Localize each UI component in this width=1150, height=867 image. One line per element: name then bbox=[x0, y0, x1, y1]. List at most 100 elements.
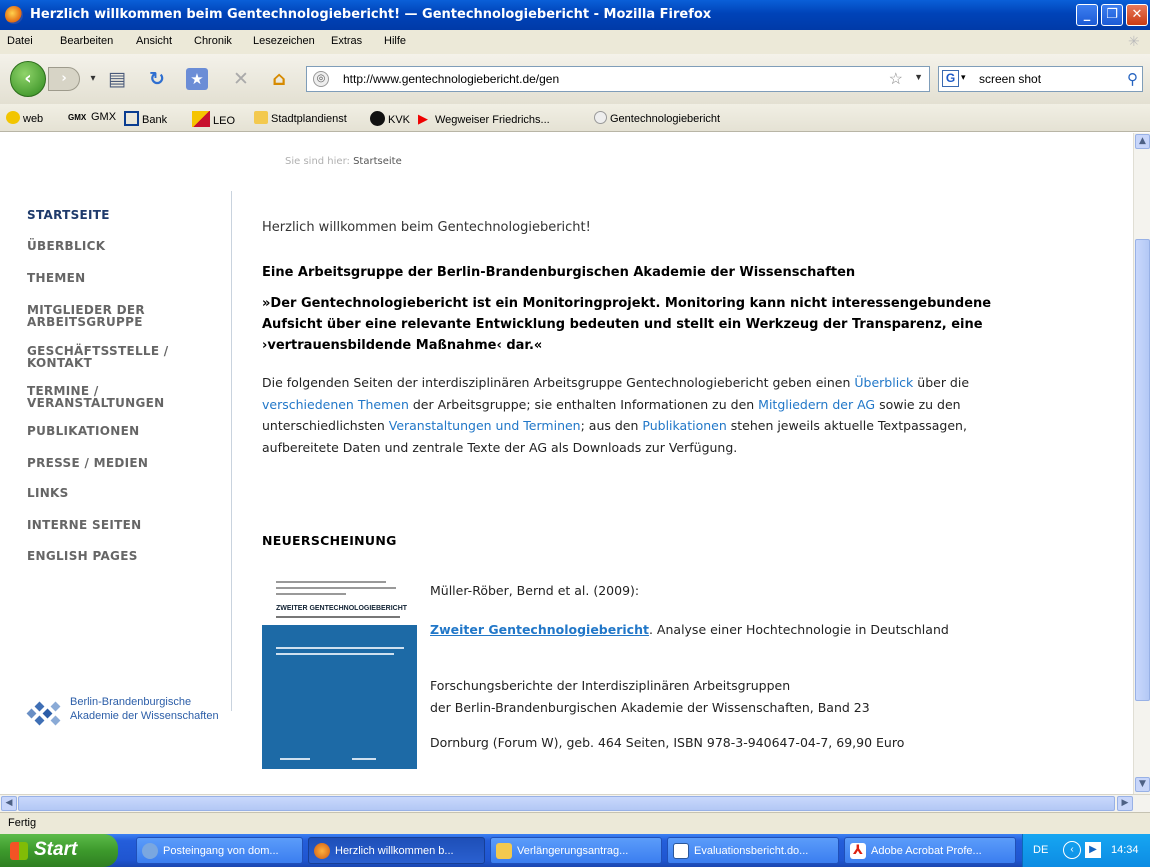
scroll-left-icon[interactable]: ◀ bbox=[1, 796, 17, 811]
history-dropdown-icon[interactable]: ▾ bbox=[82, 68, 104, 90]
task-label: Verlängerungsantrag... bbox=[517, 845, 629, 857]
nav-startseite[interactable]: STARTSEITE bbox=[27, 209, 110, 221]
search-icon[interactable]: ⚲ bbox=[1127, 70, 1138, 88]
bookmark-gmx[interactable]: GMX GMX bbox=[68, 111, 116, 126]
scroll-up-icon[interactable]: ▲ bbox=[1135, 134, 1150, 149]
cover-text-line bbox=[276, 647, 404, 649]
scroll-thumb[interactable] bbox=[1135, 239, 1150, 701]
bookmark-stadtplandienst[interactable]: Stadtplandienst bbox=[254, 111, 347, 125]
tray-expand-icon[interactable]: ‹ bbox=[1063, 841, 1081, 859]
book-cover-title: ZWEITER GENTECHNOLOGIEBERICHT bbox=[276, 605, 408, 612]
bookmark-kvk[interactable]: KVK bbox=[370, 111, 410, 126]
scroll-down-icon[interactable]: ▼ bbox=[1135, 777, 1150, 792]
menu-hilfe[interactable]: Hilfe bbox=[384, 35, 406, 47]
bbaw-logo-icon bbox=[26, 701, 61, 726]
throbber-icon: ✳ bbox=[1128, 33, 1140, 49]
book-title-link[interactable]: Zweiter Gentechnologiebericht bbox=[430, 622, 649, 637]
tray-app-icon[interactable]: ▶ bbox=[1085, 842, 1101, 858]
bookmark-wegweiser[interactable]: ▶ Wegweiser Friedrichs... bbox=[418, 111, 550, 126]
bookmark-label: KVK bbox=[388, 114, 411, 126]
home-icon[interactable]: ⌂ bbox=[268, 68, 290, 90]
horizontal-scrollbar[interactable]: ◀ ▶ bbox=[0, 794, 1150, 812]
welcome-heading: Herzlich willkommen beim Gentechnologieb… bbox=[262, 220, 591, 235]
task-acrobat[interactable]: ⅄ Adobe Acrobat Profe... bbox=[844, 837, 1016, 864]
bookmark-label: web bbox=[23, 113, 44, 125]
search-input[interactable]: screen shot bbox=[979, 72, 1041, 86]
site-identity-icon[interactable]: ◎ bbox=[313, 71, 329, 87]
start-button[interactable]: Start bbox=[0, 834, 118, 867]
task-posteingang[interactable]: Posteingang von dom... bbox=[136, 837, 303, 864]
sidebar-divider bbox=[231, 191, 232, 711]
task-label: Adobe Acrobat Profe... bbox=[871, 845, 982, 857]
url-dropdown-icon[interactable]: ▼ bbox=[914, 72, 923, 82]
menu-bearbeiten[interactable]: Bearbeiten bbox=[60, 35, 113, 47]
subheading: Eine Arbeitsgruppe der Berlin-Brandenbur… bbox=[262, 265, 856, 280]
firefox-window: Herzlich willkommen beim Gentechnologieb… bbox=[0, 0, 1150, 867]
nav-geschaeftsstelle[interactable]: GESCHÄFTSSTELLE / KONTAKT bbox=[27, 345, 169, 369]
bookmark-star-icon[interactable]: ★ bbox=[186, 68, 208, 90]
bookmark-label: GMX bbox=[91, 111, 117, 123]
scroll-right-icon[interactable]: ▶ bbox=[1117, 796, 1133, 811]
word-icon bbox=[673, 843, 689, 859]
menu-chronik[interactable]: Chronik bbox=[194, 35, 232, 47]
reload-icon[interactable]: ↻ bbox=[146, 68, 168, 90]
menu-ansicht[interactable]: Ansicht bbox=[136, 35, 172, 47]
series-line-1: Forschungsberichte der Interdisziplinäre… bbox=[430, 678, 791, 693]
nav-presse[interactable]: PRESSE / MEDIEN bbox=[27, 457, 148, 469]
link-themen[interactable]: verschiedenen Themen bbox=[262, 397, 409, 412]
close-button[interactable]: ✕ bbox=[1126, 4, 1148, 26]
link-mitglieder[interactable]: Mitgliedern der AG bbox=[758, 397, 875, 412]
url-bar[interactable]: ◎ http://www.gentechnologiebericht.de/ge… bbox=[306, 66, 930, 92]
nav-themen[interactable]: THEMEN bbox=[27, 272, 85, 284]
horizontal-scroll-thumb[interactable] bbox=[18, 796, 1115, 811]
nav-links[interactable]: LINKS bbox=[27, 487, 69, 499]
book-cover-image[interactable]: ZWEITER GENTECHNOLOGIEBERICHT bbox=[262, 571, 417, 769]
back-button[interactable]: ‹ bbox=[10, 61, 46, 97]
bbaw-logo-text: Berlin-Brandenburgische Akademie der Wiss… bbox=[70, 695, 219, 723]
link-ueberblick[interactable]: Überblick bbox=[854, 375, 913, 390]
title-bar: Herzlich willkommen beim Gentechnologieb… bbox=[0, 0, 1150, 30]
breadcrumb-current[interactable]: Startseite bbox=[353, 156, 402, 167]
cover-text-line bbox=[280, 758, 310, 760]
bookmark-gentechnologiebericht[interactable]: Gentechnologiebericht bbox=[594, 111, 720, 125]
language-indicator[interactable]: DE bbox=[1033, 844, 1048, 856]
bookmark-bank[interactable]: Bank bbox=[124, 111, 167, 126]
minimize-button[interactable]: _ bbox=[1076, 4, 1098, 26]
search-bar[interactable]: G ▾ screen shot ⚲ bbox=[938, 66, 1143, 92]
bbaw-logo[interactable]: Berlin-Brandenburgische Akademie der Wiss… bbox=[24, 693, 224, 733]
mail-icon bbox=[142, 843, 158, 859]
bookmark-page-icon[interactable]: ☆ bbox=[889, 69, 903, 89]
task-evaluationsbericht[interactable]: Evaluationsbericht.do... bbox=[667, 837, 839, 864]
stop-icon[interactable]: ✕ bbox=[230, 68, 252, 90]
google-engine-icon[interactable]: G bbox=[942, 70, 959, 87]
nav-mitglieder[interactable]: MITGLIEDER DER ARBEITSGRUPPE bbox=[27, 304, 145, 328]
nav-termine[interactable]: TERMINE / VERANSTALTUNGEN bbox=[27, 385, 164, 409]
windows-logo-icon bbox=[10, 842, 28, 860]
engine-dropdown-icon[interactable]: ▾ bbox=[961, 72, 966, 83]
print-icon[interactable]: ▤ bbox=[106, 68, 128, 90]
maximize-button[interactable]: ❐ bbox=[1101, 4, 1123, 26]
task-firefox[interactable]: Herzlich willkommen b... bbox=[308, 837, 485, 864]
nav-ueberblick[interactable]: ÜBERBLICK bbox=[27, 240, 105, 252]
bookmark-label: Stadtplandienst bbox=[271, 113, 347, 125]
bookmark-leo[interactable]: LEO bbox=[192, 111, 235, 127]
link-veranstaltungen[interactable]: Veranstaltungen und Terminen bbox=[389, 418, 581, 433]
breadcrumb: Sie sind hier: Startseite bbox=[285, 156, 402, 167]
menu-lesezeichen[interactable]: Lesezeichen bbox=[253, 35, 315, 47]
nav-interne-seiten[interactable]: INTERNE SEITEN bbox=[27, 519, 141, 531]
para-text: Die folgenden Seiten der interdisziplinä… bbox=[262, 375, 855, 390]
task-verlaengerungsantrag[interactable]: Verlängerungsantrag... bbox=[490, 837, 662, 864]
vertical-scrollbar[interactable]: ▲ ▼ bbox=[1133, 133, 1150, 794]
cover-text-line bbox=[276, 653, 394, 655]
menu-extras[interactable]: Extras bbox=[331, 35, 362, 47]
link-publikationen[interactable]: Publikationen bbox=[642, 418, 726, 433]
acrobat-icon: ⅄ bbox=[850, 843, 866, 859]
cover-text-line bbox=[352, 758, 376, 760]
system-tray: DE ‹ ▶ 14:34 bbox=[1022, 834, 1150, 867]
nav-english-pages[interactable]: ENGLISH PAGES bbox=[27, 550, 138, 562]
forward-button[interactable]: › bbox=[48, 67, 80, 91]
nav-publikationen[interactable]: PUBLIKATIONEN bbox=[27, 425, 140, 437]
menu-datei[interactable]: Datei bbox=[7, 35, 33, 47]
bookmark-web[interactable]: web bbox=[6, 111, 43, 125]
folder-icon bbox=[496, 843, 512, 859]
